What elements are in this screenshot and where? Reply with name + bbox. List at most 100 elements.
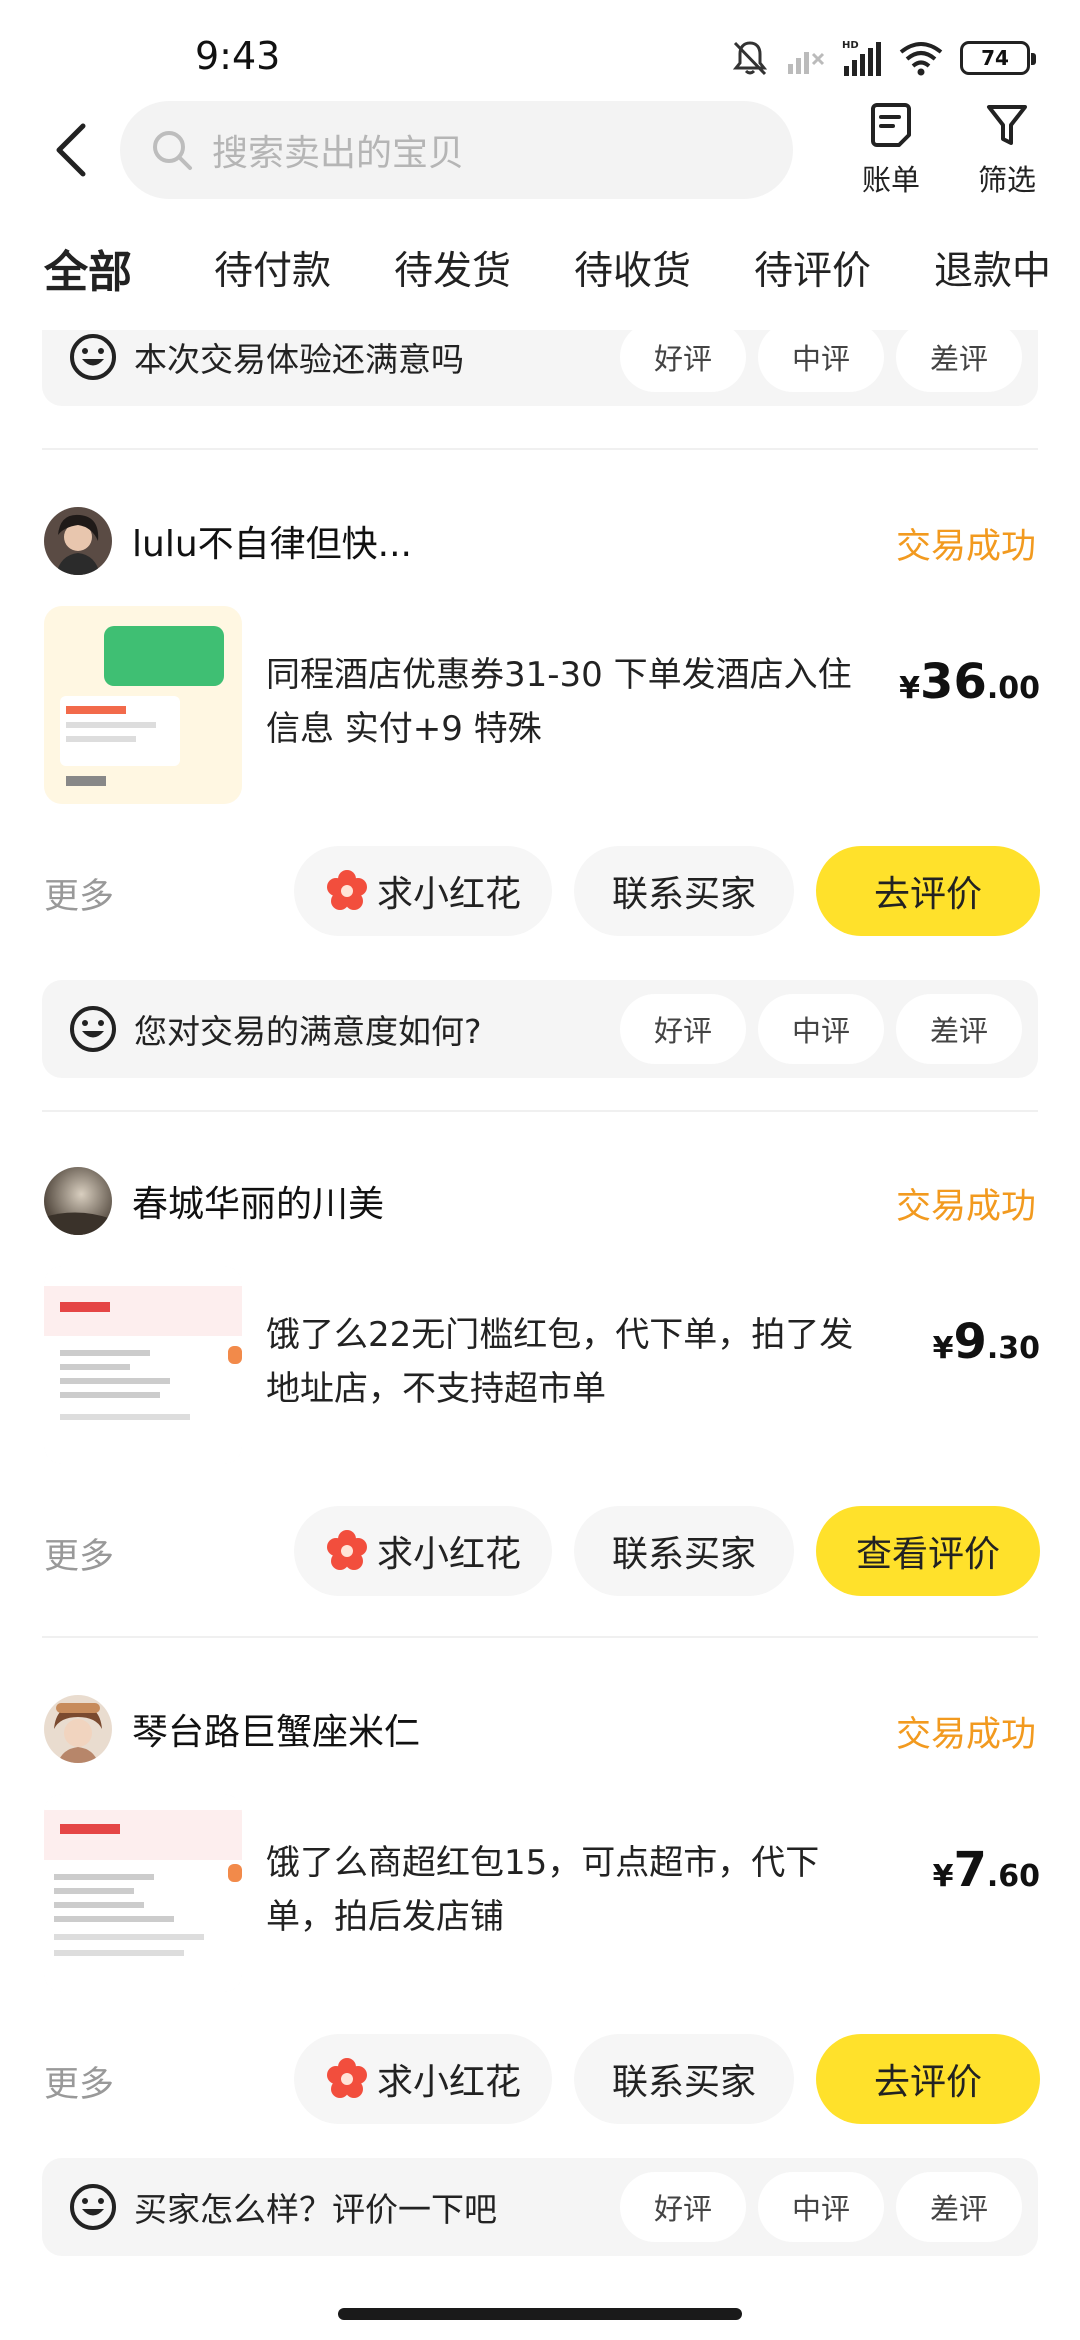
order-list: 本次交易体验还满意吗 好评 中评 差评 lulu不自律但快... 交易成功 同程…: [0, 330, 1080, 2290]
flower-icon: [326, 870, 367, 910]
price-decimal: .60: [986, 1859, 1040, 1894]
search-input[interactable]: 搜索卖出的宝贝: [120, 101, 793, 199]
price-currency: ¥: [932, 1331, 954, 1366]
rating-bar: 买家怎么样？评价一下吧 好评 中评 差评: [42, 2158, 1038, 2256]
rating-neutral-button[interactable]: 中评: [758, 994, 884, 1064]
tab-pending-review[interactable]: 待评价: [754, 240, 871, 296]
buyer-info[interactable]: lulu不自律但快...: [44, 506, 412, 576]
contact-buyer-button[interactable]: 联系买家: [574, 1506, 794, 1596]
order-tabs: 全部 待付款 待发货 待收货 待评价 退款中: [0, 230, 1080, 330]
request-flower-button[interactable]: 求小红花: [294, 1506, 552, 1596]
product-row[interactable]: 饿了么商超红包15，可点超市，代下单，拍后发店铺 ¥7.60: [44, 1794, 1040, 1994]
buyer-name: 琴台路巨蟹座米仁: [132, 1712, 421, 1753]
avatar[interactable]: [44, 507, 112, 575]
bill-icon: [871, 103, 911, 147]
rating-options: 好评 中评 差评: [620, 994, 1022, 1064]
review-button[interactable]: 去评价: [816, 846, 1040, 936]
flower-button-label: 求小红花: [376, 1534, 521, 1575]
more-button[interactable]: 更多: [44, 2056, 114, 2107]
price-integer: 7: [953, 1842, 987, 1898]
avatar[interactable]: [44, 1167, 112, 1235]
request-flower-button[interactable]: 求小红花: [294, 846, 552, 936]
buyer-info[interactable]: 春城华丽的川美: [44, 1166, 384, 1236]
product-row[interactable]: 饿了么22无门槛红包，代下单，拍了发地址店，不支持超市单 ¥9.30: [44, 1266, 1040, 1466]
filter-icon: [987, 105, 1027, 145]
battery-indicator: 74: [960, 41, 1036, 75]
price-integer: 9: [953, 1314, 987, 1370]
flower-icon: [326, 2058, 367, 2098]
rating-neutral-button[interactable]: 中评: [758, 2172, 884, 2242]
rating-options: 好评 中评 差评: [620, 330, 1022, 392]
order-card[interactable]: 春城华丽的川美 交易成功 饿了么22无门槛红包，代下单，拍了发地址店，不支持超市…: [0, 1166, 1080, 1646]
avatar-image: [44, 1695, 112, 1763]
bill-button[interactable]: 账单: [846, 101, 936, 201]
product-title[interactable]: 饿了么22无门槛红包，代下单，拍了发地址店，不支持超市单: [266, 1308, 856, 1416]
tab-pending-receipt[interactable]: 待收货: [574, 240, 691, 296]
product-title[interactable]: 饿了么商超红包15，可点超市，代下单，拍后发店铺: [266, 1836, 856, 1944]
search-icon: [153, 131, 192, 170]
rating-bar: 您对交易的满意度如何? 好评 中评 差评: [42, 980, 1038, 1078]
request-flower-button[interactable]: 求小红花: [294, 2034, 552, 2124]
status-badge: 交易成功: [895, 1715, 1036, 1755]
status-bar: 9:43 HD 74: [0, 0, 1080, 110]
rating-bad-button[interactable]: 差评: [896, 330, 1022, 392]
flower-icon: [326, 1530, 367, 1570]
rating-good-button[interactable]: 好评: [620, 2172, 746, 2242]
rating-bad-button[interactable]: 差评: [896, 2172, 1022, 2242]
status-icons: HD 74: [730, 36, 1036, 80]
bell-muted-icon: [732, 41, 768, 76]
product-thumbnail[interactable]: [44, 1266, 242, 1464]
product-thumbnail[interactable]: [44, 606, 242, 804]
price: ¥7.60: [933, 1842, 1040, 1898]
back-button[interactable]: [40, 115, 100, 185]
price: ¥9.30: [933, 1314, 1040, 1370]
signal-hd-icon: HD: [842, 40, 881, 76]
rating-options: 好评 中评 差评: [620, 2172, 1022, 2242]
more-button[interactable]: 更多: [44, 868, 114, 919]
smile-face-icon: [70, 334, 116, 380]
price-decimal: .00: [986, 671, 1040, 706]
product-thumbnail[interactable]: [44, 1794, 242, 1992]
order-actions: 更多 求小红花 联系买家 去评价: [44, 2034, 1040, 2124]
contact-buyer-button[interactable]: 联系买家: [574, 2034, 794, 2124]
product-image: [44, 1266, 242, 1464]
rating-good-button[interactable]: 好评: [620, 994, 746, 1064]
tab-label: 待收货: [574, 249, 692, 294]
rating-bad-button[interactable]: 差评: [896, 994, 1022, 1064]
contact-buyer-button[interactable]: 联系买家: [574, 846, 794, 936]
status-time: 9:43: [195, 34, 281, 78]
order-card[interactable]: 琴台路巨蟹座米仁 交易成功 饿了么商超红包15，可点超市，代下单，拍后发店铺 ¥…: [0, 1694, 1080, 2174]
review-button[interactable]: 去评价: [816, 2034, 1040, 2124]
rating-neutral-button[interactable]: 中评: [758, 330, 884, 392]
price-currency: ¥: [899, 671, 921, 706]
price-decimal: .30: [986, 1331, 1040, 1366]
status-badge: 交易成功: [895, 527, 1036, 567]
signal-weak-icon: [788, 52, 825, 74]
rating-good-button[interactable]: 好评: [620, 330, 746, 392]
product-image: [44, 1794, 242, 1992]
divider: [42, 1110, 1038, 1112]
tab-label: 待发货: [394, 249, 512, 294]
order-actions: 更多 求小红花 联系买家 去评价: [44, 846, 1040, 936]
product-image: [44, 606, 242, 804]
flower-button-label: 求小红花: [376, 874, 521, 915]
price: ¥36.00: [899, 654, 1040, 710]
battery-level: 74: [981, 46, 1009, 70]
status-badge: 交易成功: [895, 1187, 1036, 1227]
product-row[interactable]: 同程酒店优惠券31-30 下单发酒店入住信息 实付+9 特殊 ¥36.00: [44, 606, 1040, 806]
tab-pending-payment[interactable]: 待付款: [214, 240, 331, 296]
tab-refunding[interactable]: 退款中: [934, 240, 1051, 296]
more-button[interactable]: 更多: [44, 1528, 114, 1579]
tab-label: 待付款: [214, 249, 332, 294]
filter-button[interactable]: 筛选: [962, 101, 1052, 201]
view-review-button[interactable]: 查看评价: [816, 1506, 1040, 1596]
home-indicator[interactable]: [338, 2308, 742, 2320]
avatar[interactable]: [44, 1695, 112, 1763]
tab-all[interactable]: 全部: [40, 236, 136, 300]
order-card[interactable]: lulu不自律但快... 交易成功 同程酒店优惠券31-30 下单发酒店入住信息…: [0, 506, 1080, 1026]
tab-pending-shipment[interactable]: 待发货: [394, 240, 511, 296]
product-title[interactable]: 同程酒店优惠券31-30 下单发酒店入住信息 实付+9 特殊: [266, 648, 856, 756]
avatar-image: [44, 507, 112, 575]
buyer-info[interactable]: 琴台路巨蟹座米仁: [44, 1694, 420, 1764]
flower-button-label: 求小红花: [376, 2062, 521, 2103]
